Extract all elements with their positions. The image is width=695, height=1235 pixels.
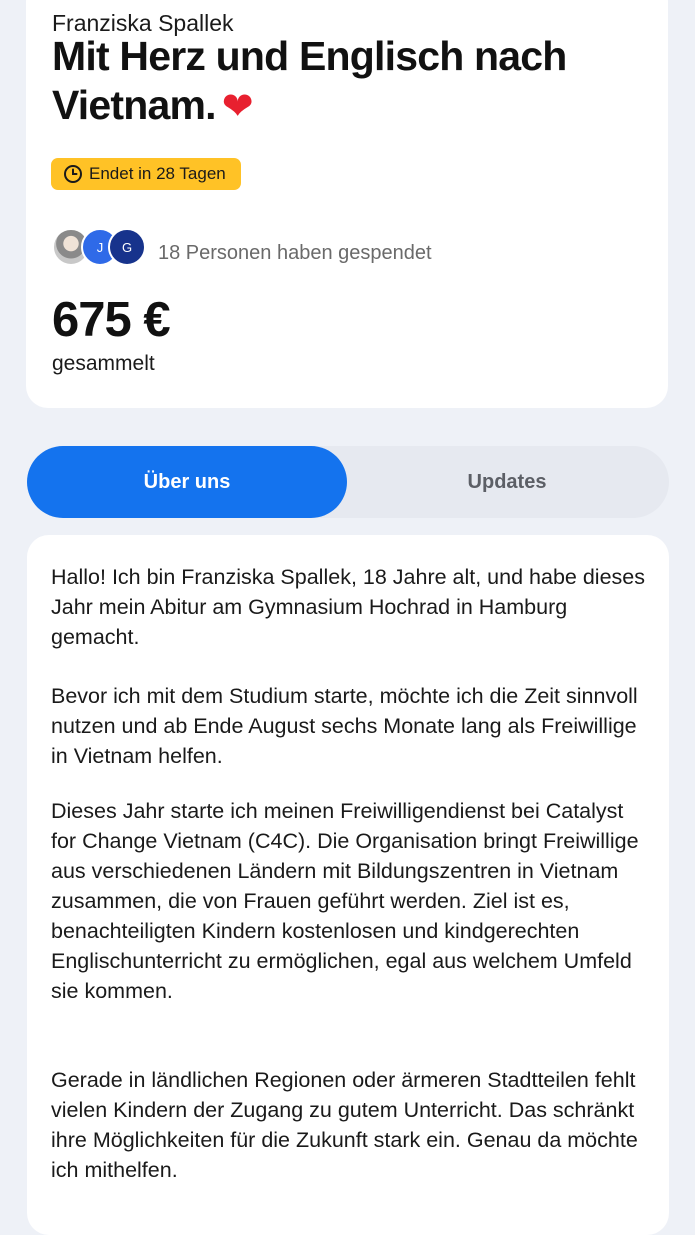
about-paragraph: Hallo! Ich bin Franziska Spallek, 18 Jah… (51, 565, 645, 649)
avatar: G (108, 228, 146, 266)
heart-icon: ❤ (221, 86, 254, 128)
donor-count[interactable]: 18 Personen haben gespendet (158, 242, 432, 265)
amount-label: gesammelt (52, 352, 155, 375)
tab-updates[interactable]: Updates (347, 446, 667, 518)
deadline-text: Endet in 28 Tagen (89, 164, 226, 183)
tab-about[interactable]: Über uns (27, 446, 347, 518)
tab-bar: Über uns Updates (27, 446, 669, 518)
campaign-title: Mit Herz und Englisch nach Vietnam. ❤ (52, 32, 652, 132)
about-card: Hallo! Ich bin Franziska Spallek, 18 Jah… (27, 535, 669, 1235)
deadline-badge: Endet in 28 Tagen (51, 158, 241, 190)
clock-icon (64, 165, 82, 183)
about-paragraph: Gerade in ländlichen Regionen oder ärmer… (51, 1068, 638, 1182)
about-paragraph: Bevor ich mit dem Studium starte, möchte… (51, 684, 638, 768)
campaign-card: Franziska Spallek Mit Herz und Englisch … (26, 0, 668, 408)
amount-raised: 675 € (52, 293, 171, 347)
campaign-title-text: Mit Herz und Englisch nach Vietnam. (52, 33, 567, 128)
about-paragraph: Dieses Jahr starte ich meinen Freiwillig… (51, 799, 639, 1003)
donor-avatars[interactable]: J G (52, 228, 148, 268)
